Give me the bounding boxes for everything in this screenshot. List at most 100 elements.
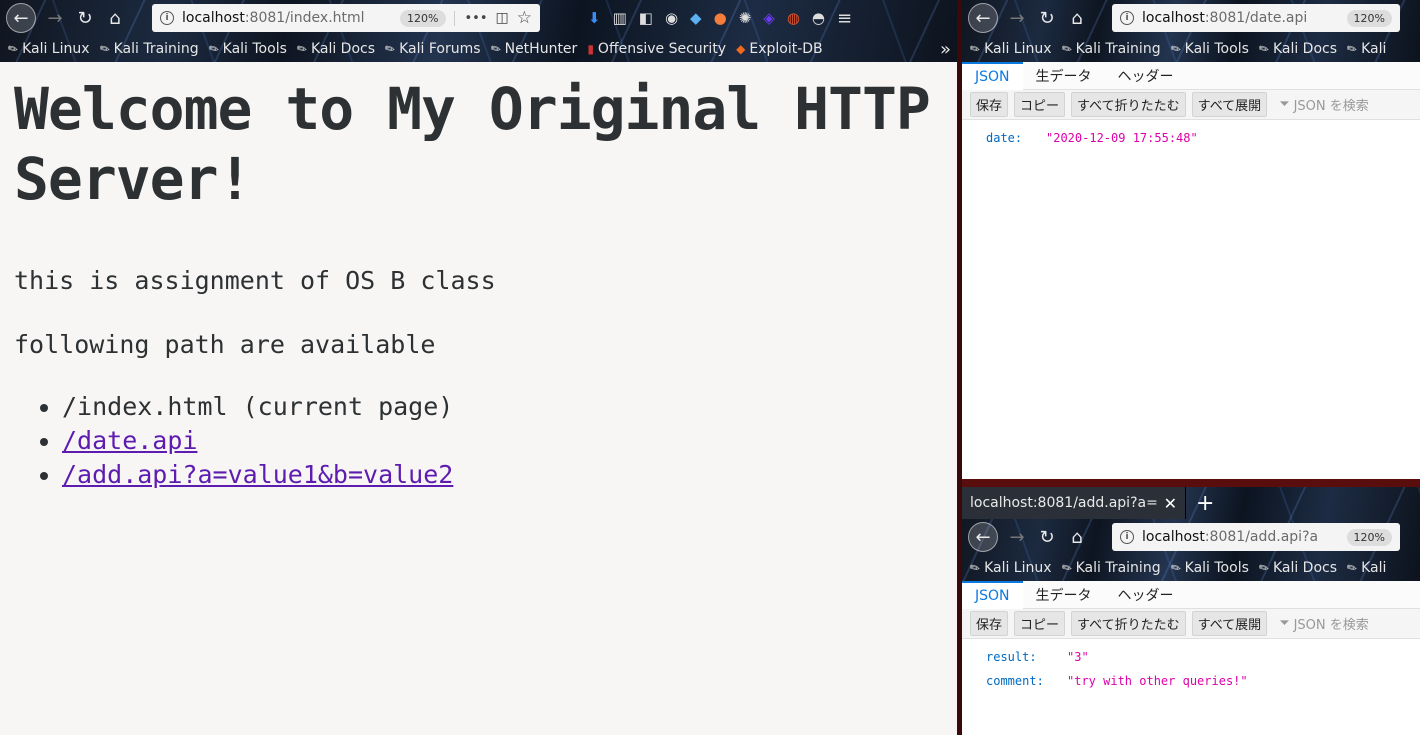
bookmark-item[interactable]: ✎ Kali Docs (294, 40, 375, 58)
bookmark-item[interactable]: ▮ Offensive Security (587, 41, 726, 57)
bookmarks-bar: ✎ Kali Linux ✎ Kali Training ✎ Kali Tools ✎… (962, 555, 1420, 581)
bookmarks-overflow-icon[interactable]: » (940, 39, 951, 60)
bookmark-item[interactable]: ✎ Kali Linux (967, 559, 1051, 576)
expand-all-button[interactable]: すべて展開 (1191, 611, 1268, 636)
bookmark-item[interactable]: ✎ Kali Training (1059, 559, 1161, 576)
url-bar[interactable]: i localhost:8081/index.html 120% ••• ◫ ☆ (152, 4, 540, 32)
reload-icon[interactable]: ↻ (1032, 522, 1062, 552)
site-info-icon[interactable]: i (1120, 530, 1134, 544)
page-title: Welcome to My Original HTTP Server! (14, 75, 931, 213)
kali-dragon-icon: ✎ (205, 40, 222, 58)
add-api-link[interactable]: /add.api?a=value1&b=value2 (62, 460, 453, 489)
exploitdb-icon: ◆ (736, 42, 746, 56)
json-filter[interactable]: ⏷ JSON を検索 (1279, 614, 1369, 633)
extension-icon-4[interactable]: ◍ (787, 9, 800, 27)
left-browser-window: ← → ↻ ⌂ i localhost:8081/index.html 120%… (0, 0, 959, 735)
bookmark-star-icon[interactable]: ☆ (517, 8, 532, 28)
tab-headers[interactable]: ヘッダー (1105, 581, 1187, 609)
filter-icon: ⏷ (1279, 616, 1290, 631)
library-icon[interactable]: ▥ (613, 9, 627, 27)
download-icon[interactable]: ⬇ (588, 9, 601, 27)
tab-raw-data[interactable]: 生データ (1023, 62, 1105, 90)
date-api-link[interactable]: /date.api (62, 426, 197, 455)
site-info-icon[interactable]: i (160, 11, 174, 25)
bookmark-item[interactable]: ✎ Kali (1344, 40, 1386, 58)
bookmark-item[interactable]: ✎ Kali (1344, 559, 1386, 576)
url-bar[interactable]: i localhost:8081/add.api?a 120% (1112, 523, 1400, 551)
filter-icon: ⏷ (1279, 97, 1290, 112)
back-icon[interactable]: ← (6, 3, 36, 33)
bookmark-item[interactable]: ✎ Kali Tools (205, 40, 287, 58)
json-row: comment: "try with other queries!" (986, 674, 1248, 688)
reload-icon[interactable]: ↻ (1032, 3, 1062, 33)
extension-icon-2[interactable]: ● (714, 9, 727, 27)
list-item: /add.api?a=value1&b=value2 (62, 458, 945, 492)
menu-icon[interactable]: ≡ (837, 8, 852, 29)
extension-icon-3[interactable]: ◈ (763, 9, 775, 27)
json-filter[interactable]: ⏷ JSON を検索 (1279, 95, 1369, 114)
home-icon[interactable]: ⌂ (100, 3, 130, 33)
forward-icon[interactable]: → (40, 3, 70, 33)
zoom-badge[interactable]: 120% (1346, 528, 1392, 546)
sidebar-icon[interactable]: ◧ (639, 9, 653, 27)
collapse-all-button[interactable]: すべて折りたたむ (1071, 92, 1186, 117)
zoom-badge[interactable]: 120% (1346, 9, 1392, 27)
pocket-icon[interactable]: ◫ (496, 10, 509, 26)
bookmark-item[interactable]: ◆ Exploit-DB (736, 41, 823, 57)
bookmark-item[interactable]: ✎ Kali Docs (1256, 40, 1337, 58)
reload-icon[interactable]: ↻ (70, 3, 100, 33)
close-tab-icon[interactable]: ✕ (1164, 494, 1177, 513)
extension-icon-1[interactable]: ◆ (690, 9, 702, 27)
page-content: Welcome to My Original HTTP Server! this… (0, 62, 959, 504)
bookmark-item[interactable]: ✎ Kali Training (1059, 40, 1161, 57)
kali-dragon-icon: ✎ (294, 40, 310, 58)
bookmark-item[interactable]: ✎ Kali Docs (1256, 559, 1337, 577)
bookmark-item[interactable]: ✎ Kali Linux (967, 40, 1051, 57)
bookmark-item[interactable]: ✎ Kali Training (97, 40, 199, 57)
path-list: /index.html (current page) /date.api /ad… (62, 390, 945, 492)
browser-tab[interactable]: localhost:8081/add.api?a=1&b=2 ✕ (962, 487, 1186, 519)
bookmark-item[interactable]: ✎ NetHunter (488, 40, 578, 57)
copy-button[interactable]: コピー (1014, 92, 1066, 117)
url-path: :8081/add.api?a (1204, 529, 1319, 545)
forward-icon[interactable]: → (1002, 522, 1032, 552)
tab-raw-data[interactable]: 生データ (1023, 581, 1105, 609)
home-icon[interactable]: ⌂ (1062, 522, 1092, 552)
site-info-icon[interactable]: i (1120, 11, 1134, 25)
json-viewer-tabs: JSON 生データ ヘッダー (962, 61, 1420, 90)
bookmark-item[interactable]: ✎ Kali Tools (1168, 40, 1249, 57)
page-actions-icon[interactable]: ••• (453, 10, 488, 26)
new-tab-icon[interactable]: + (1196, 491, 1214, 516)
json-row: result: "3" (986, 650, 1089, 664)
back-icon[interactable]: ← (968, 522, 998, 552)
hat-icon[interactable]: ◓ (812, 9, 825, 27)
expand-all-button[interactable]: すべて展開 (1191, 92, 1268, 117)
save-button[interactable]: 保存 (970, 611, 1009, 636)
account-icon[interactable]: ◉ (665, 9, 678, 27)
copy-button[interactable]: コピー (1014, 611, 1066, 636)
collapse-all-button[interactable]: すべて折りたたむ (1071, 611, 1186, 636)
url-host: localhost (1142, 10, 1205, 26)
kali-dragon-icon: ✎ (1344, 40, 1360, 58)
date-api-window: ← → ↻ ⌂ i localhost:8081/date.api 120% ✎… (962, 0, 1420, 482)
tab-json[interactable]: JSON (962, 580, 1023, 609)
bookmarks-bar: ✎ Kali Linux ✎ Kali Training ✎ Kali Tools ✎… (0, 36, 959, 62)
back-icon[interactable]: ← (968, 3, 998, 33)
kali-dragon-icon: ✎ (5, 40, 21, 58)
zoom-badge[interactable]: 120% (400, 9, 446, 27)
save-button[interactable]: 保存 (970, 92, 1009, 117)
kali-dragon-icon: ✎ (1256, 40, 1272, 58)
tab-json[interactable]: JSON (962, 61, 1023, 90)
kali-dragon-icon: ✎ (1256, 559, 1272, 577)
cookie-icon[interactable]: ✺ (739, 9, 752, 27)
kali-dragon-icon: ✎ (1167, 559, 1184, 577)
forward-icon[interactable]: → (1002, 3, 1032, 33)
bookmark-item[interactable]: ✎ Kali Linux (5, 40, 89, 58)
url-bar[interactable]: i localhost:8081/date.api 120% (1112, 4, 1400, 32)
bookmark-item[interactable]: ✎ Kali Forums (382, 40, 480, 57)
bookmarks-bar: ✎ Kali Linux ✎ Kali Training ✎ Kali Tools ✎… (962, 36, 1420, 62)
json-toolbar: 保存 コピー すべて折りたたむ すべて展開 ⏷ JSON を検索 (962, 609, 1420, 639)
bookmark-item[interactable]: ✎ Kali Tools (1167, 559, 1249, 577)
tab-headers[interactable]: ヘッダー (1105, 62, 1187, 90)
home-icon[interactable]: ⌂ (1062, 3, 1092, 33)
